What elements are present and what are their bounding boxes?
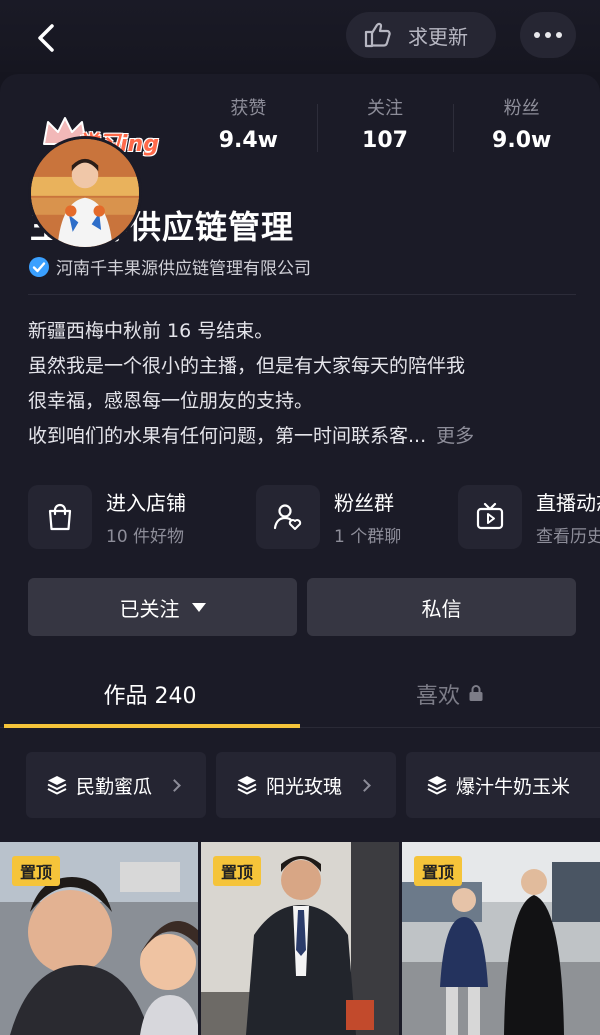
thumbs-hand-icon [364, 22, 391, 48]
shortcut-icon-box [28, 485, 92, 549]
layers-icon [47, 776, 67, 795]
stat-likes[interactable]: 获赞 9.4w [180, 88, 317, 168]
shortcut-fan-group[interactable]: 粉丝群 1 个群聊 [256, 480, 401, 554]
shortcut-title: 直播动态 [536, 491, 600, 515]
stat-label: 获赞 [230, 98, 267, 119]
avatar [28, 136, 142, 250]
shortcut-subtitle: 10 件好物 [106, 527, 185, 547]
chevron-right-icon [168, 778, 181, 792]
request-update-label: 求更新 [408, 24, 468, 49]
shortcut-subtitle: 查看历史 [536, 527, 600, 547]
pinned-badge: 置顶 [414, 856, 463, 886]
shortcut-icon-box [256, 485, 320, 549]
shortcut-live[interactable]: 直播动态 查看历史 [458, 480, 600, 554]
collection-chip[interactable]: 民勤蜜瓜 [26, 752, 206, 818]
message-button[interactable]: 私信 [307, 578, 576, 636]
lock-icon [469, 685, 483, 701]
bio-more-link[interactable]: 更多 [436, 425, 474, 447]
tab-works-label: 作品 240 [103, 684, 197, 709]
stat-value: 9.4w [218, 128, 278, 153]
tab-likes[interactable]: 喜欢 [300, 670, 600, 728]
stat-label: 关注 [367, 98, 403, 119]
shortcut-text: 进入店铺 10 件好物 [106, 487, 186, 547]
request-update-button[interactable]: 求更新 [346, 12, 496, 58]
chevron-right-icon [358, 778, 371, 792]
collection-name: 阳光玫瑰 [266, 775, 343, 798]
content-tabs: 作品 240 喜欢 [0, 670, 600, 728]
pinned-badge: 置顶 [12, 856, 61, 886]
shortcut-icon-box [458, 485, 522, 549]
bio-line: 收到咱们的水果有任何问题，第一时间联系客... [28, 425, 427, 447]
shortcut-title: 进入店铺 [106, 491, 186, 515]
more-button[interactable] [520, 12, 576, 58]
more-dot [556, 32, 562, 38]
shortcut-text: 直播动态 查看历史 [536, 487, 600, 547]
shopping-bag-icon [48, 503, 72, 531]
verified-company[interactable]: 河南千丰果源供应链管理有限公司 [28, 254, 311, 279]
posts-grid: 置顶 置顶 置顶 [0, 842, 600, 1035]
more-dots-icon [534, 32, 540, 38]
company-name: 河南千丰果源供应链管理有限公司 [56, 259, 311, 279]
caret-down-icon [191, 602, 206, 612]
bio-line: 虽然我是一个很小的主播，但是有大家每天的陪伴我 [28, 355, 466, 377]
layers-icon [237, 776, 257, 795]
profile-bio[interactable]: 新疆西梅中秋前 16 号结束。 虽然我是一个很小的主播，但是有大家每天的陪伴我 … [28, 314, 588, 454]
collection-name: 爆汁牛奶玉米 [456, 775, 571, 798]
bio-line-last: 收到咱们的水果有任何问题，第一时间联系客... 更多 [28, 419, 588, 454]
verified-check-icon [29, 256, 49, 277]
post-thumbnail[interactable]: 置顶 [0, 842, 198, 1035]
active-tab-indicator [4, 724, 300, 728]
action-buttons: 已关注 私信 [28, 578, 576, 636]
followed-button[interactable]: 已关注 [28, 578, 297, 636]
collection-name: 民勤蜜瓜 [76, 775, 153, 798]
shortcut-subtitle: 1 个群聊 [334, 527, 402, 547]
collections-row: 民勤蜜瓜 阳光玫瑰 爆汁牛奶玉米 [26, 752, 600, 818]
stat-value: 9.0w [492, 128, 552, 153]
shortcut-shop[interactable]: 进入店铺 10 件好物 [28, 480, 186, 554]
shortcuts-row: 进入店铺 10 件好物 粉丝群 1 个群聊 直播动 查看历史 [28, 480, 600, 554]
followed-label: 已关注 [119, 596, 180, 621]
message-label: 私信 [421, 596, 462, 621]
shortcut-title: 粉丝群 [334, 491, 394, 515]
back-button[interactable] [28, 18, 68, 58]
pinned-badge: 置顶 [213, 856, 262, 886]
chevron-left-icon [38, 24, 54, 52]
bio-line: 新疆西梅中秋前 16 号结束。 [28, 320, 274, 342]
stat-label: 粉丝 [503, 98, 540, 119]
collection-chip[interactable]: 爆汁牛奶玉米 [406, 752, 600, 818]
profile-card: 学习ing 获赞 9.4w 关注 107 粉丝 9.0w 王奕婷供应链管理 河南… [0, 74, 600, 1035]
top-bar: 求更新 [0, 0, 600, 72]
profile-stats: 获赞 9.4w 关注 107 粉丝 9.0w [180, 88, 590, 168]
fan-group-icon [273, 504, 302, 530]
stat-following[interactable]: 关注 107 [316, 88, 454, 168]
collection-chip[interactable]: 阳光玫瑰 [216, 752, 396, 818]
stat-value: 107 [362, 128, 408, 153]
avatar-photo [31, 139, 139, 247]
post-thumbnail[interactable]: 置顶 [201, 842, 399, 1035]
tab-works[interactable]: 作品 240 [0, 670, 300, 728]
tab-likes-label: 喜欢 [415, 684, 460, 709]
post-thumbnail[interactable]: 置顶 [402, 842, 600, 1035]
avatar-area[interactable]: 学习ing [28, 114, 159, 254]
divider [28, 294, 576, 295]
stat-followers[interactable]: 粉丝 9.0w [453, 88, 590, 168]
layers-icon [427, 776, 447, 795]
more-dot [545, 32, 551, 38]
shortcut-text: 粉丝群 1 个群聊 [334, 487, 401, 547]
bio-line: 很幸福，感恩每一位朋友的支持。 [28, 390, 314, 412]
tv-play-icon [476, 502, 504, 530]
